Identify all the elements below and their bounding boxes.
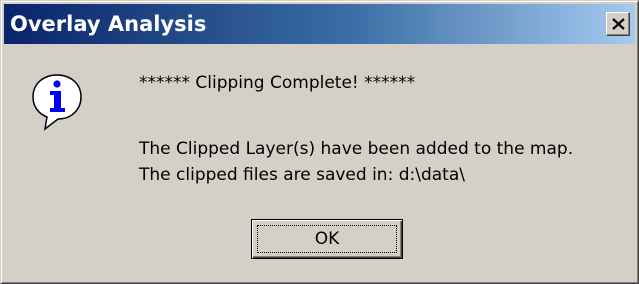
ok-button-label: OK bbox=[314, 229, 340, 249]
ok-button[interactable]: OK bbox=[251, 219, 403, 259]
save-location-message: The clipped files are saved in: d:\data\ bbox=[139, 165, 465, 185]
information-icon bbox=[32, 74, 82, 131]
close-button[interactable] bbox=[606, 12, 630, 36]
title-bar[interactable]: Overlay Analysis bbox=[4, 4, 635, 44]
dialog-title: Overlay Analysis bbox=[10, 12, 207, 36]
close-x-icon bbox=[612, 18, 625, 30]
overlay-analysis-dialog: Overlay Analysis ****** Clipping Complet… bbox=[0, 0, 639, 284]
clipping-complete-message: ****** Clipping Complete! ****** bbox=[139, 73, 416, 93]
layers-added-message: The Clipped Layer(s) have been added to … bbox=[139, 139, 574, 159]
